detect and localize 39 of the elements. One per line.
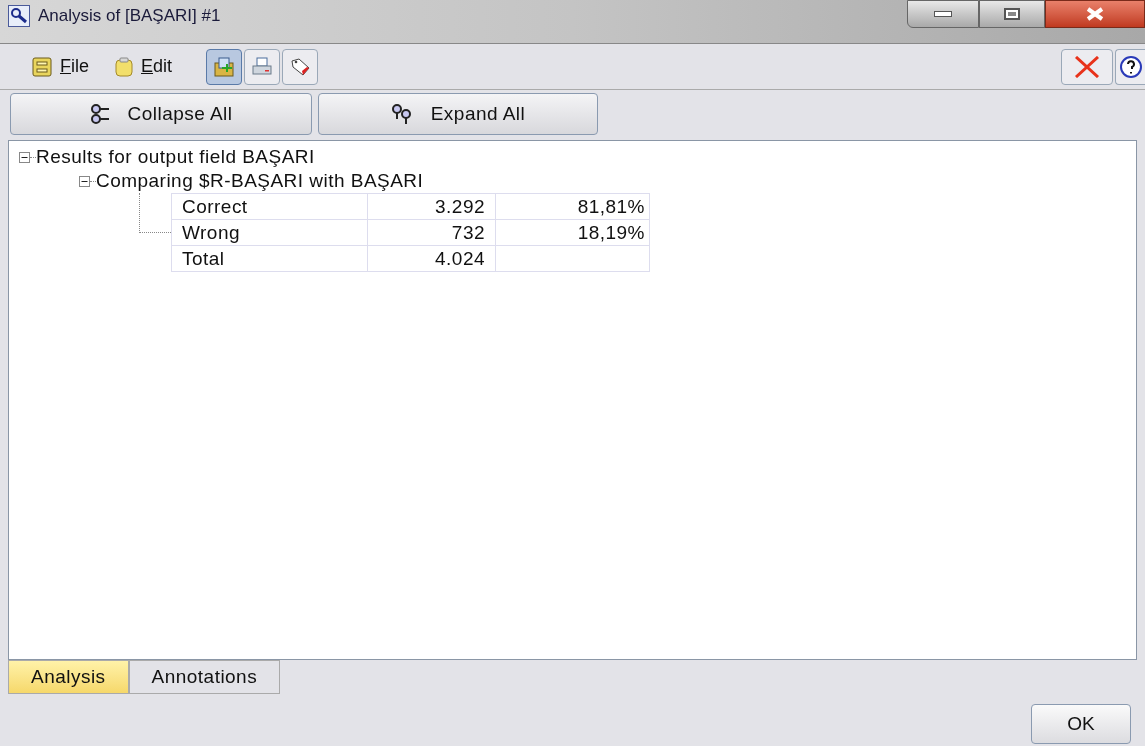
tree-node[interactable]: Comparing $R-BAŞARI with BAŞARI xyxy=(96,169,424,193)
file-cabinet-icon xyxy=(32,56,52,77)
menu-item[interactable]: Edit xyxy=(115,53,173,80)
minimize-button[interactable] xyxy=(907,0,979,28)
table-cell: Total xyxy=(171,245,368,272)
printer-icon xyxy=(251,55,274,78)
table-cell: Correct xyxy=(171,193,368,220)
toolbar-button[interactable] xyxy=(282,48,319,85)
table-cell: 4.024 xyxy=(367,245,496,272)
close-icon xyxy=(1074,55,1100,78)
tag-icon xyxy=(289,55,312,78)
maximize-icon xyxy=(1004,8,1020,20)
collapse-icon xyxy=(89,104,112,124)
toolbar-button[interactable] xyxy=(206,48,243,85)
tree-connector-line xyxy=(139,193,171,233)
table-cell: 18,19% xyxy=(495,219,650,246)
help-icon xyxy=(1119,54,1143,79)
tree-node[interactable]: Results for output field BAŞARI xyxy=(36,145,315,169)
ok-button[interactable]: OK xyxy=(1031,704,1131,744)
menu-item[interactable]: File xyxy=(32,53,89,80)
table-cell: 732 xyxy=(367,219,496,246)
collapse-toggle-icon[interactable] xyxy=(19,151,30,163)
action-button[interactable]: Expand All xyxy=(318,93,598,135)
help-button[interactable] xyxy=(1115,48,1145,85)
window-title: Analysis of [BAŞARI] #1 xyxy=(38,4,221,27)
close-icon xyxy=(1085,7,1105,21)
magnifier-icon xyxy=(8,4,30,27)
tab[interactable]: Analysis xyxy=(8,660,129,694)
clipboard-icon xyxy=(115,56,133,77)
table-cell: 81,81% xyxy=(495,193,650,220)
minimize-icon xyxy=(934,11,952,17)
table-cell: Wrong xyxy=(171,219,368,246)
collapse-toggle-icon[interactable] xyxy=(79,175,90,187)
action-button[interactable]: Collapse All xyxy=(10,93,312,135)
tab[interactable]: Annotations xyxy=(128,660,281,694)
close-button[interactable] xyxy=(1045,0,1145,28)
maximize-button[interactable] xyxy=(979,0,1045,28)
folder-add-icon xyxy=(213,55,236,78)
table-cell: 3.292 xyxy=(367,193,496,220)
